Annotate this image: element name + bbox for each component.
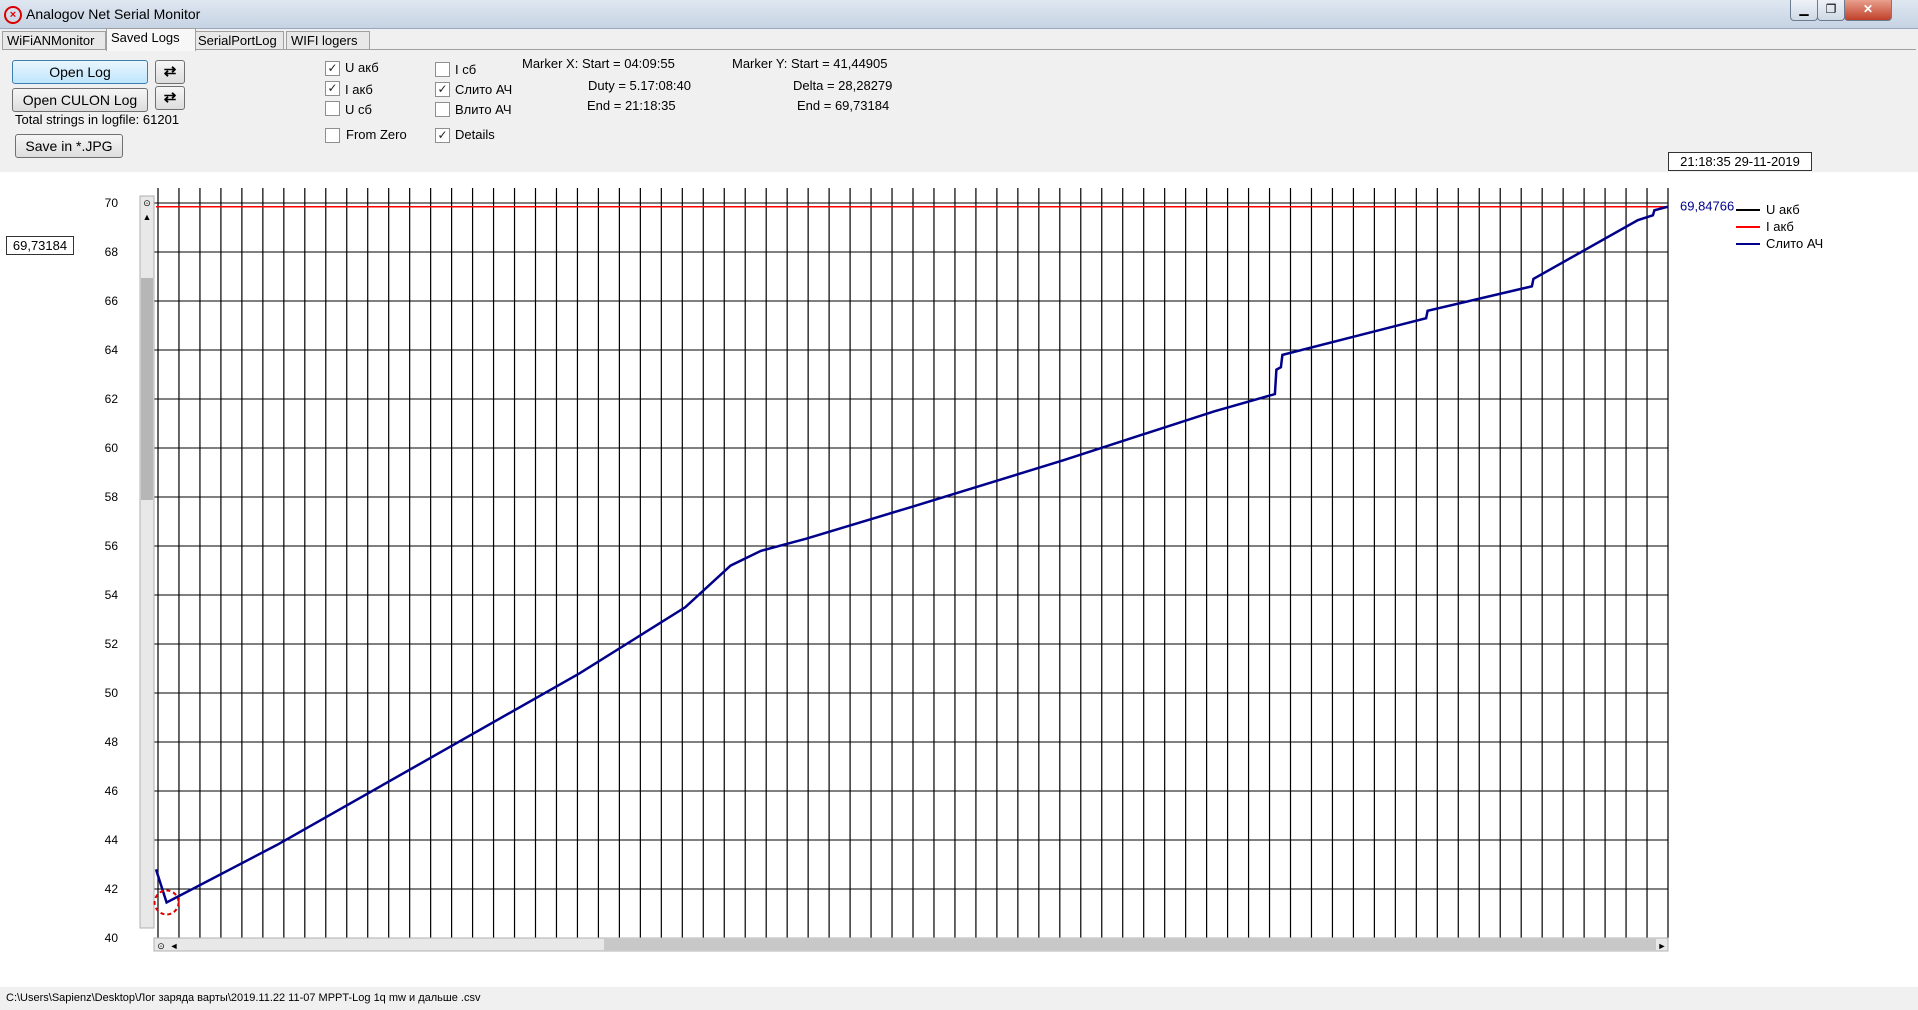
checkbox-slito-ach[interactable]: ✓ [435, 82, 450, 97]
checkbox-i-akb[interactable]: ✓ [325, 81, 340, 96]
checkbox-vlito-ach[interactable] [435, 102, 450, 117]
legend-label: Слито АЧ [1766, 236, 1823, 251]
app-icon: × [4, 6, 22, 24]
title-bar: × Analogov Net Serial Monitor ▁ ❐ ✕ [0, 0, 1918, 29]
checkbox-i-sb[interactable] [435, 62, 450, 77]
horizontal-scrollbar-thumb[interactable] [604, 939, 1656, 950]
marker-x-end: End = 21:18:35 [587, 98, 676, 113]
chart-series: 69,84766 [154, 199, 1734, 905]
tab-saved-logs[interactable]: Saved Logs [106, 28, 196, 51]
scroll-settings-icon[interactable]: ⊙ [143, 198, 151, 208]
scroll-right-icon[interactable]: ► [1658, 941, 1667, 951]
marker-y-start: Marker Y: Start = 41,44905 [732, 56, 888, 71]
datetime-readout: 21:18:35 29-11-2019 [1668, 152, 1812, 171]
chart-svg[interactable]: 40 42 44 46 48 50 52 54 56 58 60 62 64 66 68 70 69,8476… [0, 172, 1918, 987]
scroll-left-icon[interactable]: ◄ [170, 941, 179, 951]
y-tick-label: 58 [105, 490, 119, 504]
checkbox-label-vlito-ach: Влито АЧ [455, 102, 512, 117]
vertical-scrollbar-thumb[interactable] [141, 278, 153, 500]
legend-label: I акб [1766, 219, 1794, 234]
y-tick-label: 50 [105, 686, 119, 700]
checkbox-label-u-sb: U сб [345, 102, 372, 117]
close-button[interactable]: ✕ [1844, 0, 1892, 21]
chart-legend: U акб I акб Слито АЧ [1736, 202, 1823, 251]
graph-area: 40 42 44 46 48 50 52 54 56 58 60 62 64 66 68 70 69,8476… [0, 172, 1918, 987]
checkbox-label-slito-ach: Слито АЧ [455, 82, 513, 97]
refresh-culon-icon[interactable]: ⇄ [155, 86, 185, 110]
y-tick-label: 54 [105, 588, 119, 602]
controls-panel [2, 49, 1916, 170]
y-tick-label: 42 [105, 882, 119, 896]
y-axis: 40 42 44 46 48 50 52 54 56 58 60 62 64 66 68 70 [105, 196, 119, 945]
checkbox-label-u-akb: U акб [345, 60, 379, 75]
y-tick-label: 68 [105, 245, 119, 259]
y-tick-label: 70 [105, 196, 119, 210]
tab-wifianmonitor[interactable]: WiFiANMonitor [2, 31, 106, 50]
save-jpg-button[interactable]: Save in *.JPG [15, 134, 123, 158]
minimize-button[interactable]: ▁ [1790, 0, 1818, 21]
y-tick-label: 56 [105, 539, 119, 553]
scroll-settings-icon[interactable]: ⊙ [157, 941, 165, 951]
y-tick-label: 64 [105, 343, 119, 357]
checkbox-u-akb[interactable]: ✓ [325, 61, 340, 76]
checkbox-label-details: Details [455, 127, 495, 142]
y-tick-label: 40 [105, 931, 119, 945]
y-tick-label: 62 [105, 392, 119, 406]
open-culon-log-button[interactable]: Open CULON Log [12, 88, 148, 112]
window-title: Analogov Net Serial Monitor [26, 6, 201, 22]
tab-wifi-logers[interactable]: WIFI logers [286, 31, 370, 50]
status-file-path: C:\Users\Sapienz\Desktop\Лог заряда варт… [6, 992, 481, 1004]
checkbox-label-i-akb: I акб [345, 82, 373, 97]
marker-x-start: Marker X: Start = 04:09:55 [522, 56, 675, 71]
checkbox-details[interactable]: ✓ [435, 128, 450, 143]
checkbox-from-zero[interactable] [325, 128, 340, 143]
total-strings-label: Total strings in logfile: 61201 [15, 112, 180, 127]
end-value-label: 69,84766 [1680, 199, 1734, 214]
series-line [154, 205, 1669, 905]
open-log-button[interactable]: Open Log [12, 60, 148, 84]
cursor-value-box: 69,73184 [6, 236, 74, 255]
maximize-button[interactable]: ❐ [1817, 0, 1845, 21]
marker-y-end: End = 69,73184 [797, 98, 890, 113]
checkbox-u-sb[interactable] [325, 101, 340, 116]
checkbox-label-i-sb: I сб [455, 62, 477, 77]
legend-label: U акб [1766, 202, 1800, 217]
refresh-icon[interactable]: ⇄ [155, 60, 185, 84]
marker-y-delta: Delta = 28,28279 [793, 78, 893, 93]
scroll-up-icon[interactable]: ▲ [143, 212, 152, 222]
chart-grid [154, 188, 1669, 939]
checkbox-label-from-zero: From Zero [346, 127, 407, 142]
y-tick-label: 46 [105, 784, 119, 798]
y-tick-label: 66 [105, 294, 119, 308]
y-tick-label: 52 [105, 637, 119, 651]
y-tick-label: 48 [105, 735, 119, 749]
y-tick-label: 60 [105, 441, 119, 455]
marker-x-duty: Duty = 5.17:08:40 [588, 78, 691, 93]
tab-serialportlog[interactable]: SerialPortLog [193, 31, 284, 50]
y-tick-label: 44 [105, 833, 119, 847]
